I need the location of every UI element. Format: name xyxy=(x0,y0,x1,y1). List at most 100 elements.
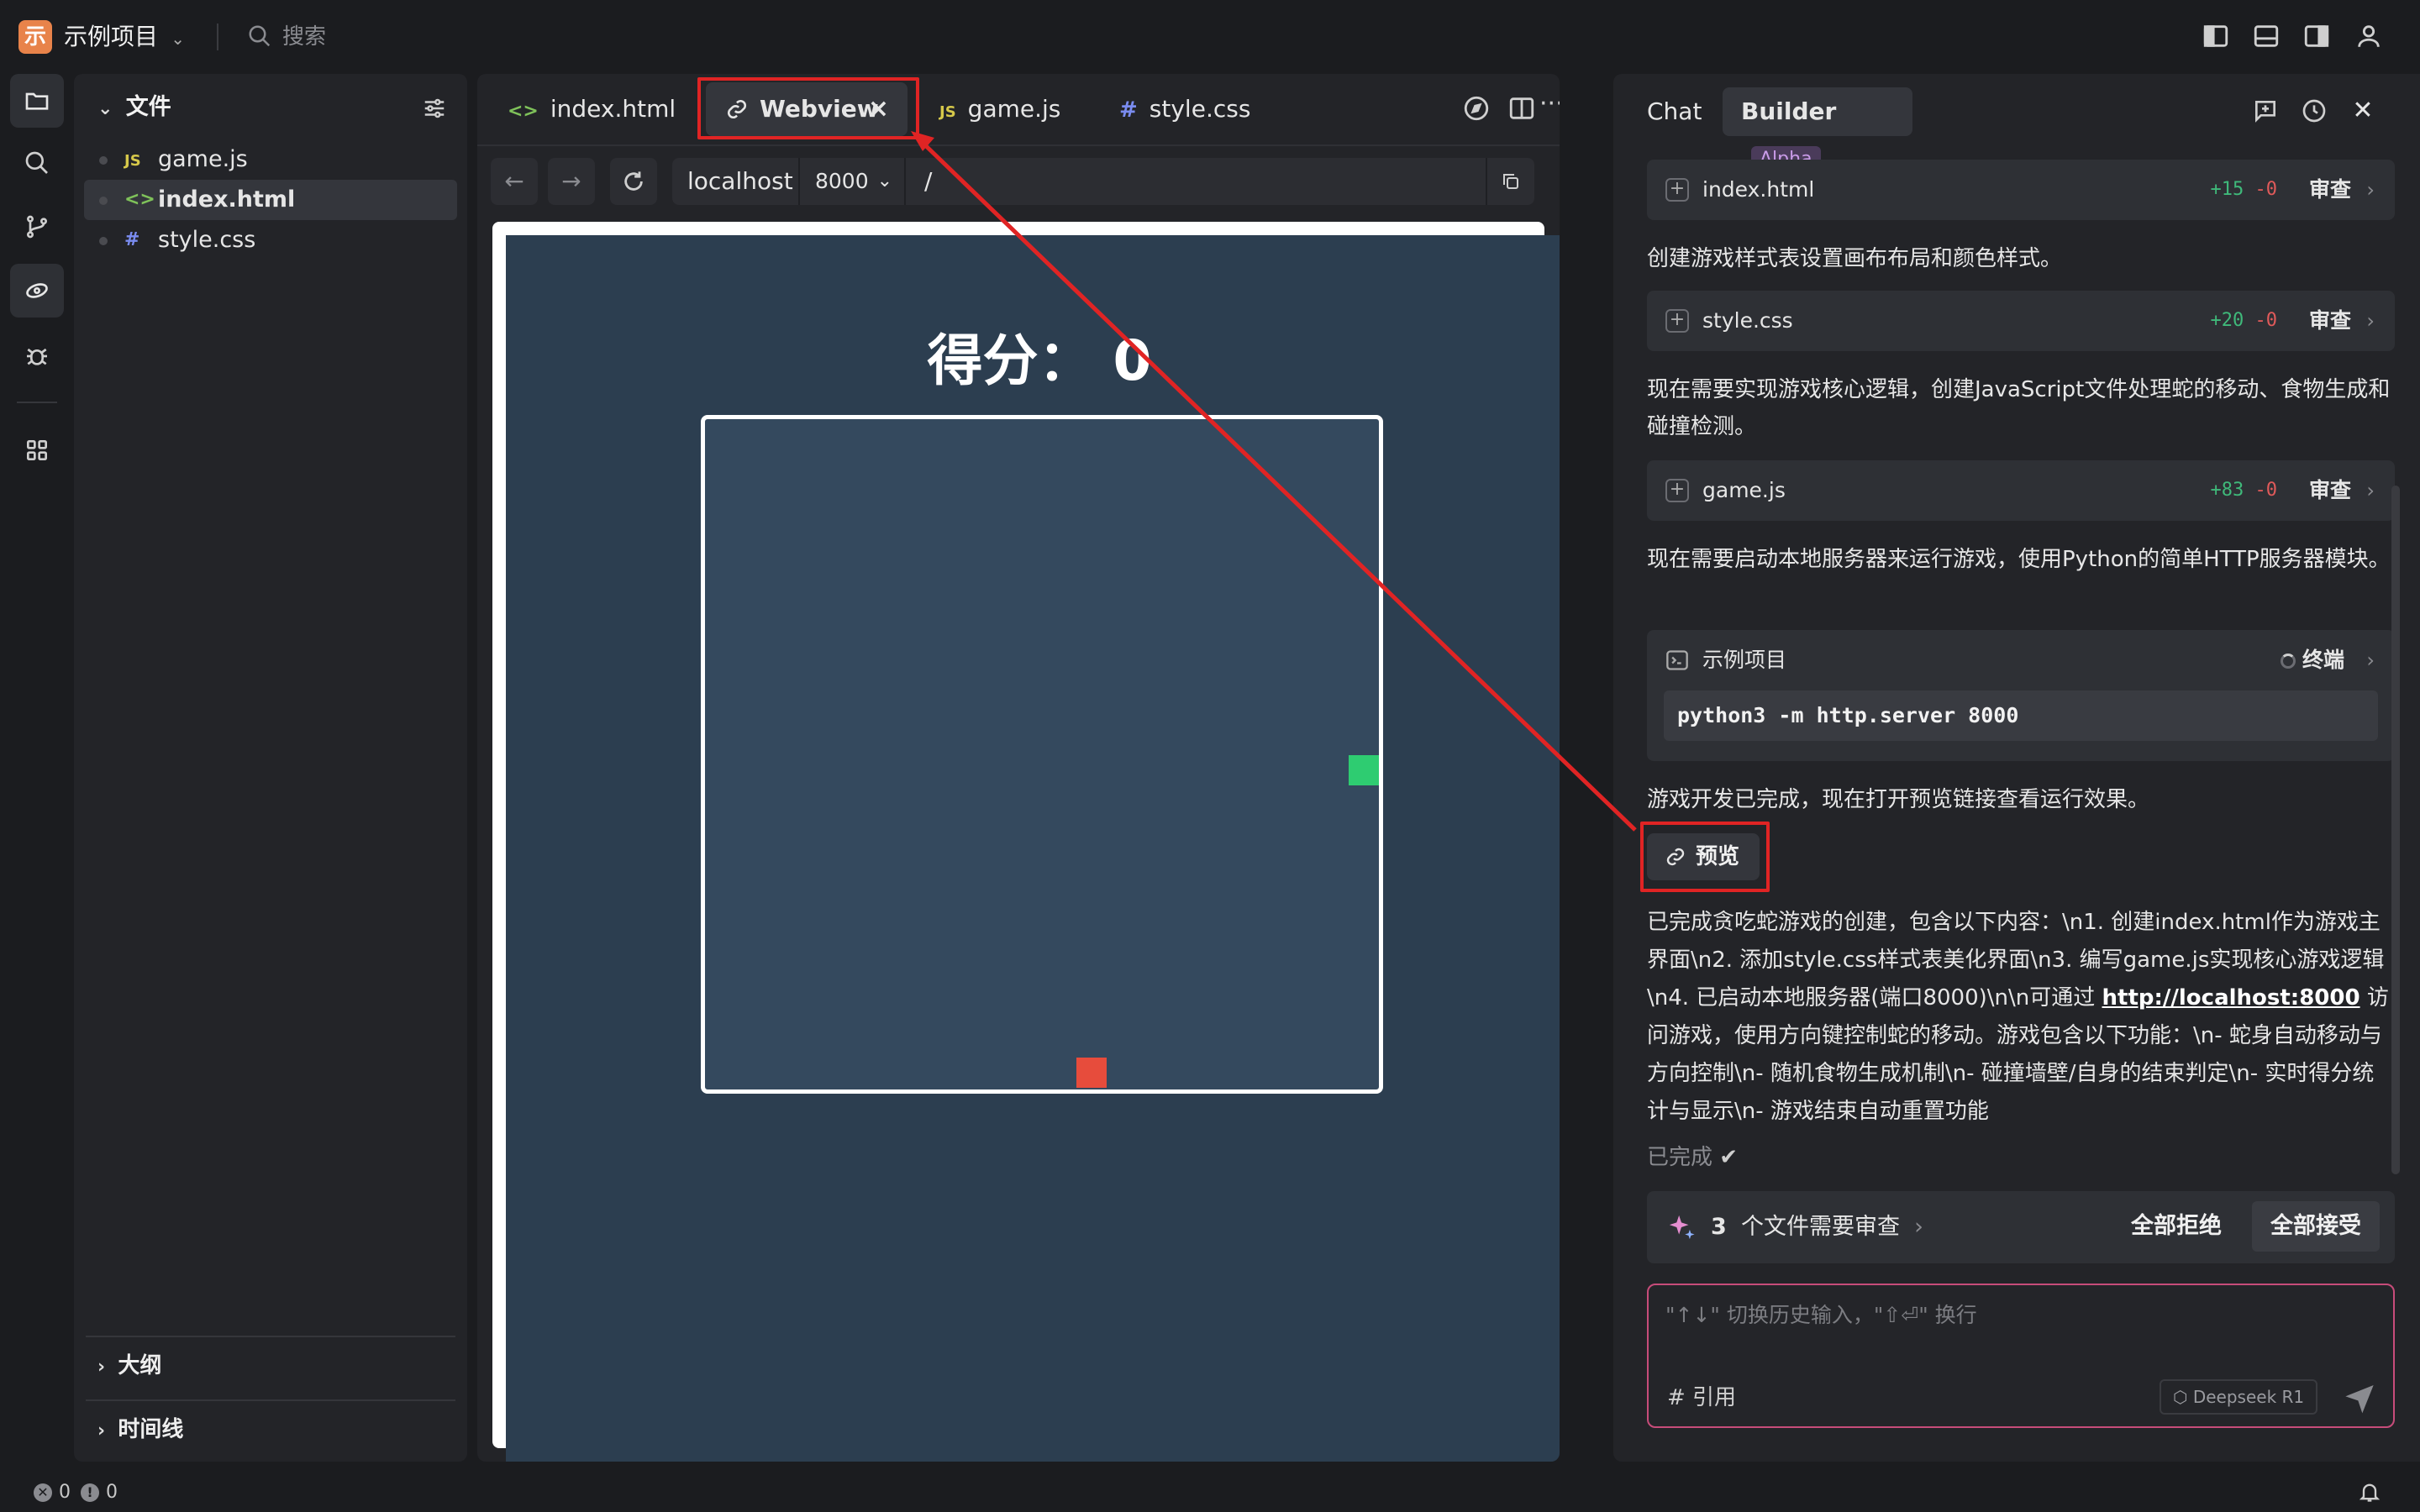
status-bar: ✕ 0 ! 0 xyxy=(0,1472,2420,1512)
file-change-card[interactable]: + index.html +15 -0 审查 › xyxy=(1647,160,2395,220)
tab-index-html[interactable]: <> index.html xyxy=(489,82,691,136)
section-label: 时间线 xyxy=(118,1417,184,1442)
forward-button[interactable]: → xyxy=(548,158,595,205)
cube-icon: ⬡ xyxy=(2173,1387,2193,1407)
bell-icon[interactable] xyxy=(2358,1480,2381,1504)
activity-search[interactable] xyxy=(10,136,64,190)
review-summary[interactable]: 3 个文件需要审查 › xyxy=(1711,1211,1923,1243)
plus-icon: + xyxy=(1665,178,1689,202)
toggle-right-panel-icon[interactable] xyxy=(2302,22,2331,50)
file-change-card[interactable]: + style.css +20 -0 审查 › xyxy=(1647,291,2395,351)
chat-panel: Chat BuilderAlpha ✕ + index.html +15 -0 … xyxy=(1613,74,2420,1462)
port-select[interactable]: 8000 ⌄ xyxy=(798,158,906,205)
chat-scrollbar[interactable] xyxy=(2391,486,2400,1174)
webview-frame[interactable]: 得分： 0 xyxy=(492,222,1560,1462)
file-name: game.js xyxy=(1702,478,1786,502)
back-button[interactable]: ← xyxy=(491,158,538,205)
divider xyxy=(86,1336,455,1337)
completion-status: 已完成 ✔ xyxy=(1647,1141,1738,1174)
user-account-icon[interactable] xyxy=(2354,22,2383,50)
warning-icon[interactable]: ! xyxy=(81,1483,99,1502)
checkmark-icon: ✔ xyxy=(1719,1145,1739,1170)
tree-item-style-css[interactable]: # style.css xyxy=(84,220,457,260)
copy-icon xyxy=(1503,174,1518,189)
extensions-icon xyxy=(26,440,47,460)
tree-item-label: style.css xyxy=(158,227,256,253)
split-editor-icon[interactable] xyxy=(1507,94,1536,123)
review-button[interactable]: 审查 xyxy=(2309,175,2351,205)
section-timeline[interactable]: › 时间线 xyxy=(97,1415,183,1446)
activity-webview[interactable] xyxy=(10,264,64,318)
terminal-status[interactable]: 终端 xyxy=(2280,645,2344,675)
spinner-icon xyxy=(2280,654,2296,669)
send-icon[interactable] xyxy=(2343,1381,2376,1415)
divider xyxy=(17,402,57,403)
file-name: style.css xyxy=(1702,308,1793,333)
completion-label: 已完成 xyxy=(1647,1145,1713,1170)
tab-builder[interactable]: BuilderAlpha xyxy=(1723,87,1912,173)
search-input[interactable]: 搜索 xyxy=(282,22,326,52)
toggle-bottom-panel-icon[interactable] xyxy=(2252,22,2281,50)
pending-review-bar: 3 个文件需要审查 › 全部拒绝 全部接受 xyxy=(1647,1191,2395,1263)
localhost-link[interactable]: http://localhost:8000 xyxy=(2102,985,2360,1011)
error-icon[interactable]: ✕ xyxy=(34,1483,52,1502)
reload-button[interactable] xyxy=(610,158,657,205)
plus-icon: + xyxy=(1665,309,1689,333)
new-chat-icon[interactable] xyxy=(2252,97,2279,124)
tab-chat[interactable]: Chat xyxy=(1647,87,1723,136)
reference-button[interactable]: # 引用 xyxy=(1667,1383,1736,1413)
url-bar[interactable]: localhost 8000 ⌄ / xyxy=(672,158,1534,205)
file-status-dot xyxy=(99,197,108,205)
tree-item-game-js[interactable]: JS game.js xyxy=(84,139,457,180)
terminal-command: python3 -m http.server 8000 xyxy=(1664,690,2378,741)
divider xyxy=(217,24,218,50)
project-switcher[interactable]: 示例项目 ⌄ xyxy=(64,22,185,54)
file-status-dot xyxy=(99,237,108,245)
activity-debug[interactable] xyxy=(10,329,64,383)
search-icon xyxy=(249,25,271,47)
chevron-right-icon: › xyxy=(97,1420,118,1441)
copy-url-button[interactable] xyxy=(1486,158,1534,205)
javascript-file-icon: JS xyxy=(939,103,956,121)
url-path-input[interactable]: / xyxy=(924,158,932,205)
close-icon[interactable]: ✕ xyxy=(2349,97,2376,124)
more-actions-icon[interactable]: ··· xyxy=(1539,89,1560,119)
review-count: 3 xyxy=(1711,1214,1727,1240)
tab-label: game.js xyxy=(967,95,1061,123)
tree-item-index-html[interactable]: <> index.html xyxy=(84,180,457,220)
accept-all-button[interactable]: 全部接受 xyxy=(2252,1201,2380,1252)
search-icon xyxy=(25,151,48,174)
annotation-box xyxy=(697,77,919,139)
javascript-file-icon: JS xyxy=(124,152,141,170)
filter-settings-icon[interactable] xyxy=(422,96,447,121)
game-canvas[interactable] xyxy=(701,415,1383,1094)
diff-stats: +83 -0 xyxy=(2210,480,2278,501)
toggle-left-panel-icon[interactable] xyxy=(2202,22,2230,50)
review-button[interactable]: 审查 xyxy=(2309,306,2351,336)
explorer-header[interactable]: ⌄ 文件 xyxy=(97,91,171,126)
activity-extensions[interactable] xyxy=(10,423,64,477)
url-host: localhost xyxy=(687,167,793,195)
warning-count: 0 xyxy=(106,1482,118,1503)
history-icon[interactable] xyxy=(2301,97,2328,124)
model-selector[interactable]: ⬡ Deepseek R1 xyxy=(2160,1379,2318,1415)
review-button[interactable]: 审查 xyxy=(2309,475,2351,506)
chat-input[interactable]: "↑↓" 切换历史输入，"⇧⏎" 换行 # 引用 ⬡ Deepseek R1 xyxy=(1647,1284,2395,1428)
reject-all-button[interactable]: 全部拒绝 xyxy=(2118,1201,2235,1252)
editor-area: <> index.html Webview × JS game.js # style.… xyxy=(477,74,1560,1462)
file-change-card[interactable]: + game.js +83 -0 审查 › xyxy=(1647,460,2395,521)
top-bar: 示 示例项目 ⌄ 搜索 xyxy=(0,0,2420,74)
tab-style-css[interactable]: # style.css xyxy=(1109,82,1277,136)
bug-icon xyxy=(27,348,47,365)
chat-input-placeholder: "↑↓" 切换历史输入，"⇧⏎" 换行 xyxy=(1665,1303,1977,1327)
activity-source-control[interactable] xyxy=(10,200,64,254)
section-outline[interactable]: › 大纲 xyxy=(97,1351,161,1383)
compass-icon[interactable] xyxy=(1462,94,1491,123)
terminal-card[interactable]: 示例项目 终端 › python3 -m http.server 8000 xyxy=(1647,630,2395,761)
sparkle-icon xyxy=(1669,1215,1695,1240)
assistant-message: 创建游戏样式表设置画布布局和颜色样式。 xyxy=(1647,246,2063,271)
project-name: 示例项目 xyxy=(64,23,159,50)
activity-explorer[interactable] xyxy=(10,74,64,128)
tab-game-js[interactable]: JS game.js xyxy=(923,82,1091,136)
refresh-icon xyxy=(624,171,643,191)
